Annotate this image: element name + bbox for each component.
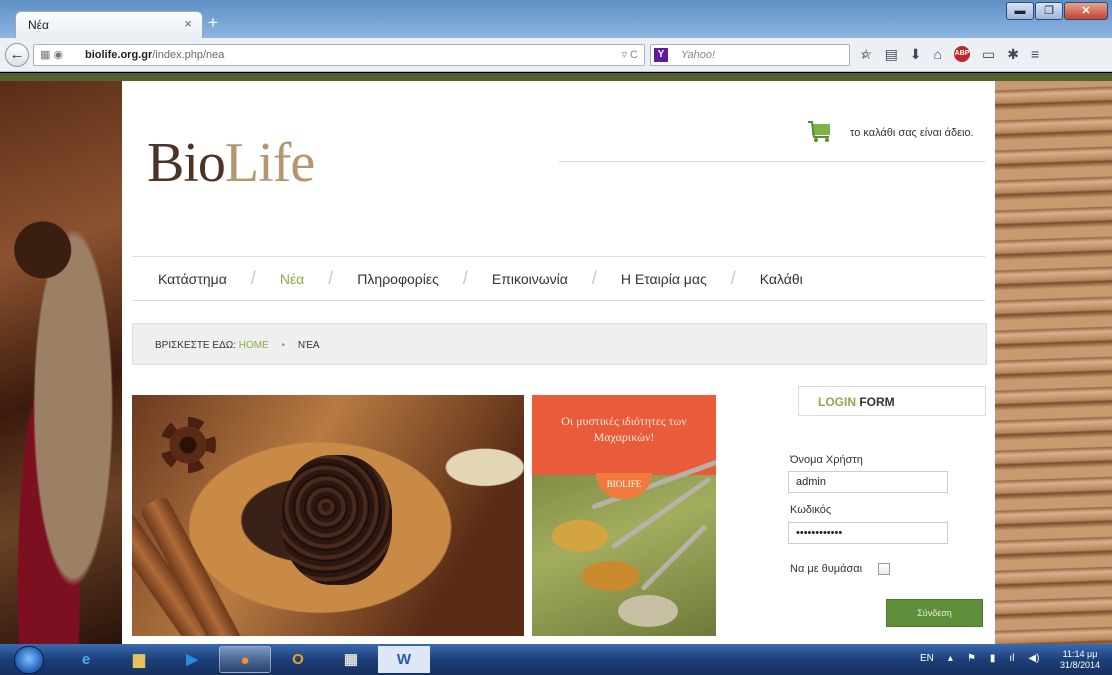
start-button[interactable] [14, 646, 44, 674]
internet-explorer-icon[interactable]: e [60, 646, 112, 673]
menu-separator: / [250, 268, 256, 288]
maximize-button[interactable]: ❐ [1035, 2, 1063, 20]
username-label: Όνομα Χρήστη [790, 454, 863, 466]
logo-bio: Bio [147, 132, 226, 194]
system-tray: EN ▴ ⚑ ▮ ıl ◀) [920, 653, 1039, 664]
menu-item-contact[interactable]: Επικοινωνία [492, 271, 568, 287]
cart-status-text: το καλάθι σας είναι άδειο. [850, 127, 974, 139]
menu-separator: / [730, 268, 736, 288]
spoon-handle [640, 524, 708, 592]
clock-date: 31/8/2014 [1060, 660, 1101, 670]
browser-tab[interactable]: Νέα × [15, 11, 203, 38]
url-host: biolife.org.gr [85, 49, 153, 61]
yahoo-icon[interactable]: Y [654, 48, 668, 62]
back-arrow-icon[interactable]: ← [5, 43, 29, 67]
browser-navbar: ← ▦ ◉ biolife.org.gr/index.php/nea ▿ C Y… [0, 38, 1112, 72]
toolbar-icons: ☆ ▤ ⬇ ⌂ ABP ▭ ✱ ≡ [860, 46, 1039, 63]
menu-item-shop[interactable]: Κατάστημα [158, 271, 227, 287]
reload-icon[interactable]: ▿ C [621, 48, 638, 61]
tray-expand-icon[interactable]: ▴ [948, 653, 953, 664]
breadcrumb-separator: • [281, 340, 286, 351]
password-label: Κωδικός [790, 504, 832, 516]
background-spices-left [0, 81, 122, 644]
remember-me-label: Να με θυμάσαι [790, 563, 863, 575]
network-icon[interactable]: ▮ [990, 653, 996, 664]
content-area: BioLife το καλάθι σας είναι άδειο. Κατάσ… [122, 81, 995, 644]
top-band [0, 73, 1112, 81]
url-path: /index.php/nea [152, 49, 225, 61]
login-title-word2: FORM [859, 395, 895, 409]
login-button[interactable]: Σύνδεση [886, 599, 983, 627]
media-player-icon[interactable]: ▶ [166, 646, 218, 673]
browser-titlebar: Νέα × + ▬ ❐ ✕ [0, 0, 1112, 38]
bookmark-star-icon[interactable]: ☆ [860, 46, 873, 63]
outlook-icon[interactable]: O [272, 646, 324, 673]
logo-life: Life [224, 132, 315, 194]
bookmarks-list-icon[interactable]: ▤ [885, 46, 898, 63]
promo-spoons-image [532, 457, 716, 636]
menu-item-news[interactable]: Νέα [280, 271, 304, 287]
address-bar[interactable]: ▦ ◉ biolife.org.gr/index.php/nea ▿ C [33, 44, 645, 66]
page-info-icon[interactable]: ▦ ◉ [40, 48, 63, 61]
home-icon[interactable]: ⌂ [934, 46, 942, 63]
login-title-word1: LOGIN [818, 395, 856, 409]
calendar-icon[interactable]: ▦ [325, 646, 377, 673]
addon-icon[interactable]: ✱ [1007, 46, 1019, 63]
spoon-ginger [618, 595, 678, 627]
spoon-curry [582, 561, 640, 591]
clock-time: 11:14 μμ [1062, 649, 1098, 659]
promo-text-line1: Οι μυστικές ιδιότητες των [561, 414, 687, 428]
username-field[interactable] [788, 471, 948, 493]
promo-banner[interactable]: Οι μυστικές ιδιότητες των Μαχαρικών! BIO… [532, 395, 716, 636]
minimize-button[interactable]: ▬ [1006, 2, 1034, 20]
window-icon[interactable]: ▭ [982, 46, 995, 63]
windows-taskbar: e ▆ ▶ ● O ▦ W EN ▴ ⚑ ▮ ıl ◀) 11:14 μμ 31… [0, 644, 1112, 675]
promo-text-line2: Μαχαρικών! [593, 430, 655, 444]
word-icon[interactable]: W [378, 646, 430, 673]
menu-separator: / [462, 268, 468, 288]
file-explorer-icon[interactable]: ▆ [113, 646, 165, 673]
search-placeholder: Yahoo! [681, 49, 716, 61]
site-logo[interactable]: BioLife [147, 131, 315, 195]
search-bar[interactable]: Y Yahoo! ⌕ [650, 44, 869, 66]
action-center-icon[interactable]: ⚑ [967, 653, 976, 664]
breadcrumb-home-link[interactable]: HOME [239, 340, 269, 351]
menu-icon[interactable]: ≡ [1031, 46, 1039, 63]
main-menu: Κατάστημα / Νέα / Πληροφορίες / Επικοινω… [132, 256, 985, 301]
clock[interactable]: 11:14 μμ 31/8/2014 [1060, 649, 1100, 671]
tab-close-icon[interactable]: × [184, 16, 192, 31]
promo-text: Οι μυστικές ιδιότητες των Μαχαρικών! [532, 413, 716, 445]
new-tab-button[interactable]: + [208, 13, 218, 33]
spoon-turmeric [552, 520, 608, 552]
window-controls: ▬ ❐ ✕ [1006, 2, 1108, 20]
star-anise [160, 417, 216, 473]
header-divider [559, 161, 985, 162]
breadcrumb-current: ΝΈΑ [297, 340, 320, 351]
firefox-icon[interactable]: ● [219, 646, 271, 673]
download-icon[interactable]: ⬇ [910, 46, 922, 63]
background-wood-right [995, 81, 1112, 644]
menu-item-company[interactable]: Η Εταιρία μας [621, 271, 707, 287]
password-field[interactable] [788, 522, 948, 544]
menu-item-cart[interactable]: Καλάθι [760, 271, 803, 287]
close-window-button[interactable]: ✕ [1064, 2, 1108, 20]
menu-item-info[interactable]: Πληροφορίες [357, 271, 439, 287]
url-text: biolife.org.gr/index.php/nea [85, 49, 224, 61]
menu-separator: / [328, 268, 334, 288]
adblock-icon[interactable]: ABP [954, 46, 970, 62]
breadcrumb: ΒΡΙΣΚΕΣΤΕ ΕΔΩ: HOME • ΝΈΑ [132, 323, 987, 365]
menu-separator: / [591, 268, 597, 288]
remember-me-checkbox[interactable] [878, 563, 890, 575]
tab-title: Νέα [28, 18, 49, 32]
volume-icon[interactable]: ◀) [1028, 653, 1039, 664]
cloves-pile [282, 455, 392, 585]
cart-widget[interactable]: το καλάθι σας είναι άδειο. [808, 121, 986, 145]
web-page: BioLife το καλάθι σας είναι άδειο. Κατάσ… [0, 73, 1112, 644]
cloves-spices-image[interactable] [132, 395, 524, 636]
language-indicator[interactable]: EN [920, 653, 934, 664]
login-form-title: LOGIN FORM [798, 386, 986, 416]
cart-icon[interactable] [808, 121, 832, 143]
breadcrumb-prefix: ΒΡΙΣΚΕΣΤΕ ΕΔΩ: [155, 340, 236, 351]
signal-icon[interactable]: ıl [1009, 653, 1014, 664]
